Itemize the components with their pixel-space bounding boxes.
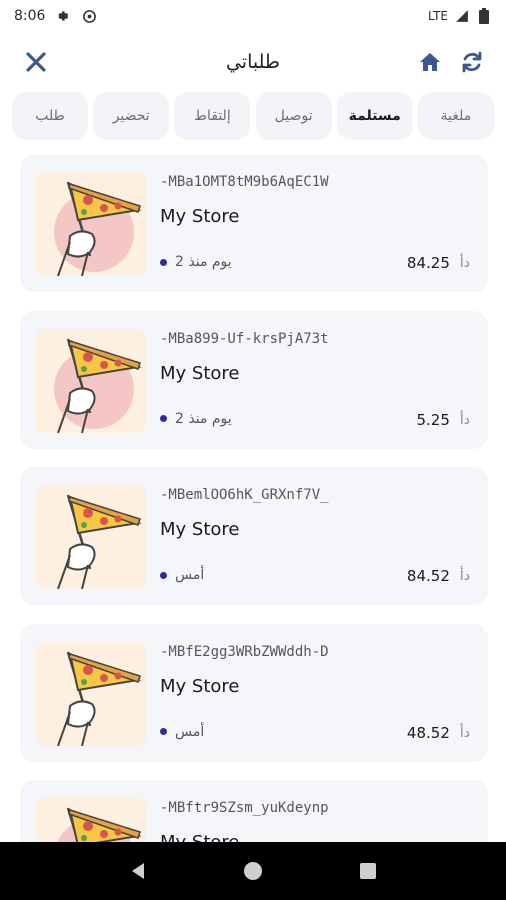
time-label: 2 يوم منذ: [175, 254, 232, 270]
price-value: 84.25: [406, 254, 450, 272]
app-bar: طلباتي: [0, 40, 506, 84]
currency-label: دأ: [459, 411, 470, 428]
store-name: My Store: [160, 519, 240, 540]
order-time: 2 يوم منذ: [160, 411, 232, 427]
order-id: -MBa899-Uf-krsPjA73t: [160, 330, 329, 347]
order-id: -MBftr9SZsm_yuKdeynp: [160, 800, 329, 816]
tab-delivery[interactable]: توصيل: [255, 92, 332, 140]
refresh-icon: [462, 51, 482, 73]
store-name: My Store: [160, 675, 240, 697]
tab-label: طلب: [35, 108, 65, 124]
order-card[interactable]: -MBfE2gg3WRbZWWddh-D My Store أمس 48.52 د…: [20, 623, 488, 762]
store-name: My Store: [160, 362, 240, 384]
tab-label: إلتقاط: [194, 108, 231, 124]
vpn-icon: [81, 8, 97, 24]
order-time: أمس: [160, 567, 204, 583]
signal-icon: [454, 8, 470, 24]
tab-order[interactable]: طلب: [12, 92, 88, 140]
pizza-flag-icon: [36, 328, 146, 433]
recents-icon: [360, 863, 377, 879]
status-bar: 8:06 LTE: [0, 0, 506, 32]
time-label: أمس: [175, 567, 205, 583]
refresh-button[interactable]: [454, 44, 490, 80]
status-tabs: ملغية مستلمة توصيل إلتقاط تحضير طلب: [12, 92, 494, 142]
order-time: 2 يوم منذ: [160, 254, 232, 270]
pizza-flag-icon: [36, 485, 146, 589]
order-price: 5.25 دأ: [416, 411, 470, 429]
order-id: -MBa1OMT8tM9b6AqEC1W: [160, 174, 329, 190]
store-name: My Store: [160, 206, 240, 227]
price-value: 48.52: [406, 723, 450, 742]
currency-label: دأ: [459, 568, 470, 584]
order-price: 48.52 دأ: [407, 724, 470, 742]
pizza-flag-icon: [36, 172, 146, 276]
currency-label: دأ: [459, 724, 470, 741]
currency-label: دأ: [459, 255, 470, 271]
pizza-flag-icon: [36, 641, 146, 746]
tab-label: مستلمة: [348, 108, 401, 124]
back-button[interactable]: [118, 851, 158, 891]
tab-preparing[interactable]: تحضير: [93, 92, 170, 140]
home-button[interactable]: [412, 44, 448, 80]
close-button[interactable]: [18, 44, 54, 80]
tab-label: تحضير: [112, 108, 150, 124]
status-dot: [160, 258, 167, 266]
order-price: 84.52 دأ: [407, 567, 470, 585]
price-value: 84.52: [406, 567, 450, 585]
price-value: 5.25: [416, 410, 450, 429]
close-icon: [26, 52, 46, 72]
order-id: -MBemlOO6hK_GRXnf7V_: [160, 487, 329, 503]
time-label: أمس: [175, 723, 205, 740]
tab-pickup[interactable]: إلتقاط: [174, 92, 251, 140]
home-nav-button[interactable]: [233, 851, 273, 891]
tab-label: توصيل: [274, 108, 313, 124]
home-icon: [420, 53, 440, 71]
system-nav-bar: [0, 842, 506, 900]
network-label: LTE: [428, 9, 448, 23]
tab-received[interactable]: مستلمة: [336, 92, 413, 140]
order-card[interactable]: -MBa899-Uf-krsPjA73t My Store 2 يوم منذ …: [20, 310, 488, 449]
order-id: -MBfE2gg3WRbZWWddh-D: [160, 643, 329, 660]
tab-cancelled[interactable]: ملغية: [417, 92, 494, 140]
home-circle-icon: [243, 862, 262, 880]
order-card[interactable]: -MBa1OMT8tM9b6AqEC1W My Store 2 يوم منذ …: [20, 154, 488, 292]
time-label: 2 يوم منذ: [175, 410, 232, 427]
order-time: أمس: [160, 724, 204, 740]
orders-list: -MBa1OMT8tM9b6AqEC1W My Store 2 يوم منذ …: [20, 154, 488, 900]
gear-icon: [55, 8, 71, 24]
order-price: 84.25 دأ: [407, 254, 470, 272]
order-card[interactable]: -MBemlOO6hK_GRXnf7V_ My Store أمس 84.52 د…: [20, 467, 488, 605]
status-dot: [160, 415, 167, 422]
status-time: 8:06: [14, 8, 46, 24]
back-icon: [131, 863, 144, 879]
status-dot: [160, 728, 167, 735]
status-dot: [160, 571, 167, 579]
battery-icon: [476, 8, 492, 24]
recents-button[interactable]: [348, 851, 388, 891]
tab-label: ملغية: [440, 108, 472, 124]
